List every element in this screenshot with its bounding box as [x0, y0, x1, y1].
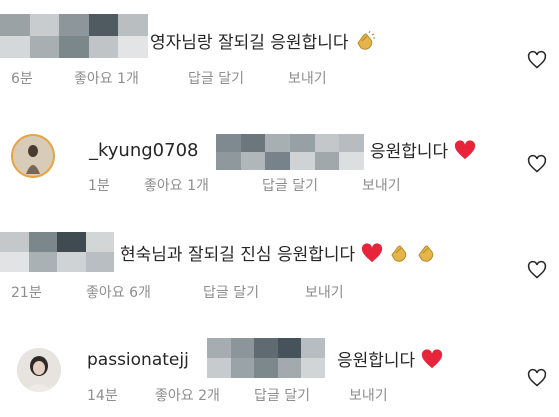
avatar-image [11, 134, 55, 178]
comment-line: _kyung0708 [89, 140, 199, 162]
comment-username[interactable]: passionatejj [87, 350, 189, 370]
send-link[interactable]: 보내기 [349, 387, 388, 405]
blurred-username-part [216, 134, 364, 170]
heart-outline-icon[interactable] [527, 260, 547, 280]
comment-time: 14분 [87, 388, 118, 404]
heart-outline-icon[interactable] [527, 154, 547, 174]
avatar-image [17, 348, 61, 392]
send-link[interactable]: 보내기 [288, 70, 327, 88]
send-link[interactable]: 보내기 [305, 284, 344, 302]
reply-link[interactable]: 답글 달기 [203, 284, 259, 302]
comment-item: 현숙님과 잘되길 진심 응원합니다 21분 좋아요 6개 답글 달기 보내기 [0, 222, 559, 312]
heart-outline-icon[interactable] [527, 368, 547, 388]
reply-link[interactable]: 답글 달기 [254, 387, 310, 405]
comment-time: 6분 [11, 71, 33, 87]
avatar[interactable] [17, 348, 61, 392]
comment-time: 1분 [88, 178, 110, 194]
comment-line: passionatejj [87, 349, 189, 371]
red-heart-icon [454, 140, 475, 160]
comment-text: 현숙님과 잘되길 진심 응원합니다 [120, 243, 437, 266]
reply-link[interactable]: 답글 달기 [188, 70, 244, 88]
reply-link[interactable]: 답글 달기 [262, 177, 318, 195]
comment-text: 응원합니다 [370, 140, 476, 163]
clapping-hands-icon [418, 245, 434, 262]
send-link[interactable]: 보내기 [362, 177, 401, 195]
avatar[interactable] [11, 134, 55, 178]
blurred-avatar-username [0, 14, 148, 58]
like-count-link[interactable]: 좋아요 6개 [86, 284, 151, 302]
comment-username[interactable]: _kyung0708 [89, 140, 199, 161]
like-count-link[interactable]: 좋아요 1개 [74, 70, 139, 88]
clapping-hands-icon [357, 31, 375, 50]
blurred-username-part [207, 338, 325, 378]
heart-outline-icon[interactable] [527, 50, 547, 70]
comment-time: 21분 [11, 285, 42, 301]
comment-item: _kyung0708 응원합니다 1분 좋아요 1개 답글 달기 보내기 [0, 120, 559, 210]
red-heart-icon [421, 349, 442, 369]
like-count-link[interactable]: 좋아요 2개 [155, 387, 220, 405]
like-count-link[interactable]: 좋아요 1개 [144, 177, 209, 195]
comment-item: passionatejj 응원합니다 14분 좋아요 2개 답글 달기 보내기 [0, 330, 559, 417]
red-heart-icon [361, 243, 382, 263]
blurred-avatar-username [0, 232, 114, 272]
comment-text: 영자님랑 잘되길 응원합니다 [150, 31, 376, 54]
comment-text: 응원합니다 [337, 349, 443, 372]
comment-item: 영자님랑 잘되길 응원합니다 6분 좋아요 1개 답글 달기 보내기 [0, 0, 559, 100]
clapping-hands-icon [391, 245, 407, 262]
